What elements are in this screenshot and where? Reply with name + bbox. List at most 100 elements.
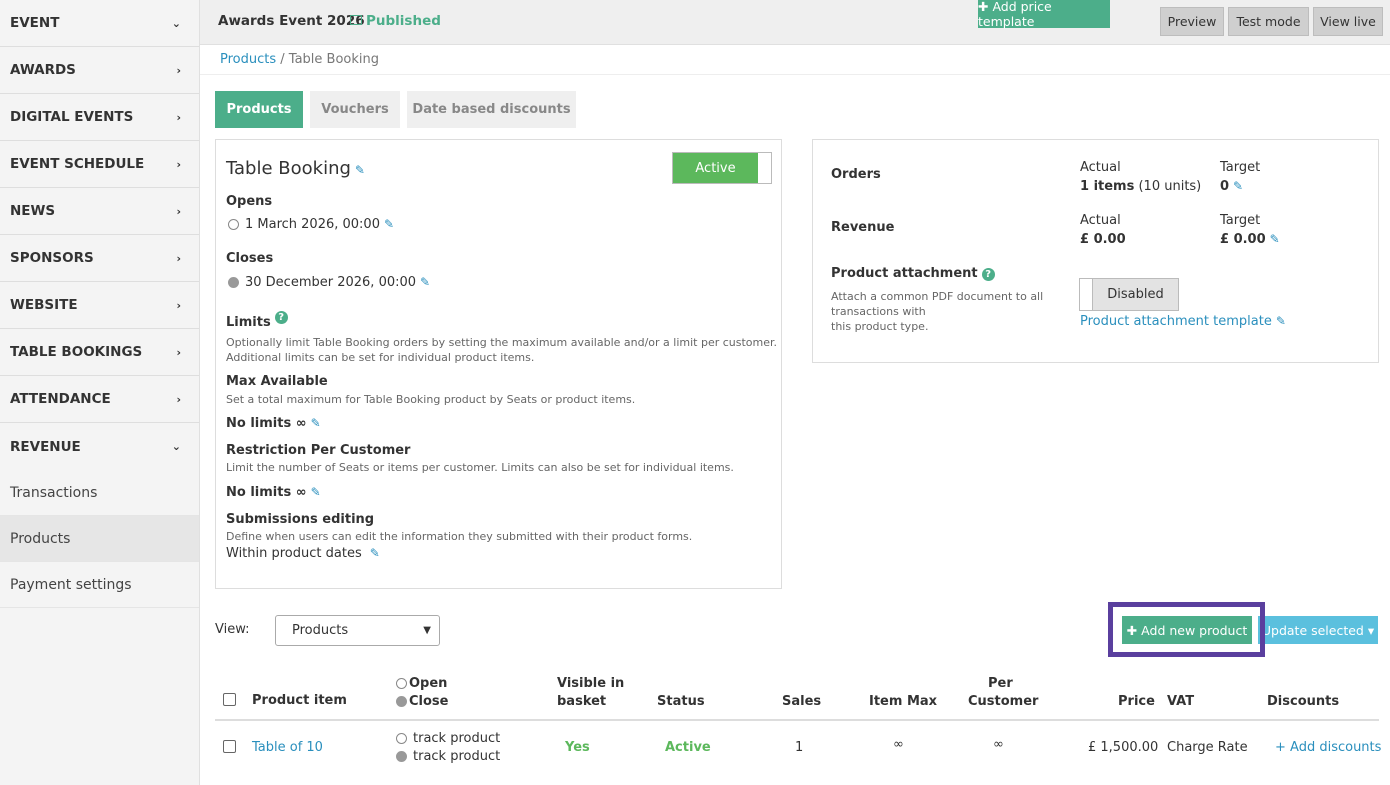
pencil-icon[interactable]: ✎ [420,275,430,289]
breadcrumb-current: Table Booking [288,52,380,67]
sidebar-item-news[interactable]: NEWS › [0,188,199,235]
pencil-icon[interactable]: ✎ [370,546,380,560]
chevron-right-icon: › [176,110,181,124]
row-item-max: ∞ [893,737,904,752]
sidebar-item-website[interactable]: WEBSITE › [0,282,199,329]
tab-products[interactable]: Products [215,91,303,128]
breadcrumb-separator: / [276,52,289,67]
submissions-row: Within product dates ✎ [226,546,380,561]
sidebar-item-event[interactable]: EVENT ⌄ [0,0,199,47]
opens-value: 1 March 2026, 00:00 [245,217,380,232]
tab-date-based-discounts[interactable]: Date based discounts [407,91,576,128]
orders-actual-value: 1 items [1080,179,1135,194]
attachment-template-link[interactable]: Product attachment template [1080,314,1272,329]
sidebar-item-label: TABLE BOOKINGS [10,344,143,360]
limits-desc-2: Additional limits can be set for individ… [226,351,535,364]
pencil-icon[interactable]: ✎ [1276,314,1286,328]
sidebar-item-digital-events[interactable]: DIGITAL EVENTS › [0,94,199,141]
col-status: Status [657,694,705,709]
sidebar-subitem-payment-settings[interactable]: Payment settings [0,562,199,608]
attachment-template-row: Product attachment template ✎ [1080,314,1286,329]
sidebar-item-label: WEBSITE [10,297,78,313]
publish-status: Published [350,13,441,29]
view-label: View: [215,622,250,637]
col-per-2: Customer [968,694,1039,709]
closes-row: 30 December 2026, 00:00 ✎ [228,275,430,290]
sidebar-item-table-bookings[interactable]: TABLE BOOKINGS › [0,329,199,376]
limits-desc-1: Optionally limit Table Booking orders by… [226,336,778,349]
sidebar-subitem-products[interactable]: Products [0,516,199,562]
pencil-icon[interactable]: ✎ [1270,232,1280,246]
sidebar-item-sponsors[interactable]: SPONSORS › [0,235,199,282]
view-live-button[interactable]: View live [1313,7,1383,36]
orders-target-label: Target [1220,160,1261,175]
product-name-row: Table Booking ✎ [226,158,365,179]
submissions-desc: Define when users can edit the informati… [226,530,693,543]
chevron-right-icon: › [176,392,181,406]
pencil-icon[interactable]: ✎ [1233,179,1243,193]
radio-filled-icon [228,277,239,288]
revenue-label: Revenue [831,220,895,235]
monitor-icon [350,15,362,25]
update-selected-button[interactable]: Update selected ▾ [1258,616,1378,644]
active-toggle[interactable]: Active [672,152,772,184]
sidebar-item-label: REVENUE [10,438,81,455]
sidebar-item-label: EVENT SCHEDULE [10,156,145,172]
radio-filled-icon [396,751,407,762]
preview-button[interactable]: Preview [1160,7,1224,36]
divider [200,74,1390,75]
restriction-desc: Limit the number of Seats or items per c… [226,461,734,474]
breadcrumb-link-products[interactable]: Products [220,52,276,67]
product-item-link[interactable]: Table of 10 [252,740,323,755]
attachment-toggle[interactable]: Disabled [1079,278,1179,311]
limits-label: Limits [226,315,271,330]
chevron-down-icon: ▼ [423,625,431,636]
chevron-down-icon: ⌄ [171,16,181,30]
pencil-icon[interactable]: ✎ [384,217,394,231]
chevron-right-icon: › [176,251,181,265]
col-close: Close [396,694,448,709]
col-item-max: Item Max [869,694,938,709]
add-discounts-link[interactable]: + Add discounts [1275,740,1381,755]
revenue-actual-value: £ 0.00 [1080,232,1126,247]
pencil-icon[interactable]: ✎ [311,485,321,499]
submissions-value: Within product dates [226,546,362,561]
col-visible-2: basket [557,694,607,709]
help-icon[interactable]: ? [274,311,288,324]
row-checkbox[interactable] [223,740,236,753]
attachment-desc-1: Attach a common PDF document to all [831,290,1044,303]
chevron-down-icon: ⌄ [171,440,181,453]
col-discounts: Discounts [1267,694,1340,709]
view-select[interactable]: Products ▼ [275,615,440,646]
sidebar-item-attendance[interactable]: ATTENDANCE › [0,376,199,423]
sidebar-item-awards[interactable]: AWARDS › [0,47,199,94]
chevron-right-icon: › [176,157,181,171]
sidebar-item-label: NEWS [10,203,56,219]
radio-filled-icon [396,696,407,707]
orders-label: Orders [831,167,881,182]
restriction-value: No limits ∞ [226,485,307,500]
tab-vouchers[interactable]: Vouchers [310,91,400,128]
add-price-template-button[interactable]: ✚ Add price template [978,0,1110,29]
radio-empty-icon [396,678,407,689]
sidebar-item-revenue[interactable]: REVENUE ⌄ [0,423,199,470]
orders-actual-units: (10 units) [1134,179,1202,194]
row-open-value: track product [413,731,501,746]
help-icon[interactable]: ? [981,268,995,281]
test-mode-button[interactable]: Test mode [1228,7,1309,36]
row-close-value: track product [413,749,501,764]
orders-target-row: 0 ✎ [1220,179,1243,194]
pencil-icon[interactable]: ✎ [311,416,321,430]
sidebar-item-event-schedule[interactable]: EVENT SCHEDULE › [0,141,199,188]
row-price: £ 1,500.00 [1088,740,1159,755]
pencil-icon[interactable]: ✎ [355,163,365,177]
product-name: Table Booking [226,158,351,179]
sidebar-subitem-transactions[interactable]: Transactions [0,470,199,516]
closes-label: Closes [226,251,274,266]
revenue-target-value: £ 0.00 [1220,232,1266,247]
opens-label: Opens [226,194,273,209]
row-status: Active [665,740,711,755]
table-header-divider [215,719,1379,721]
radio-empty-icon [228,219,239,230]
select-all-checkbox[interactable] [223,693,236,706]
